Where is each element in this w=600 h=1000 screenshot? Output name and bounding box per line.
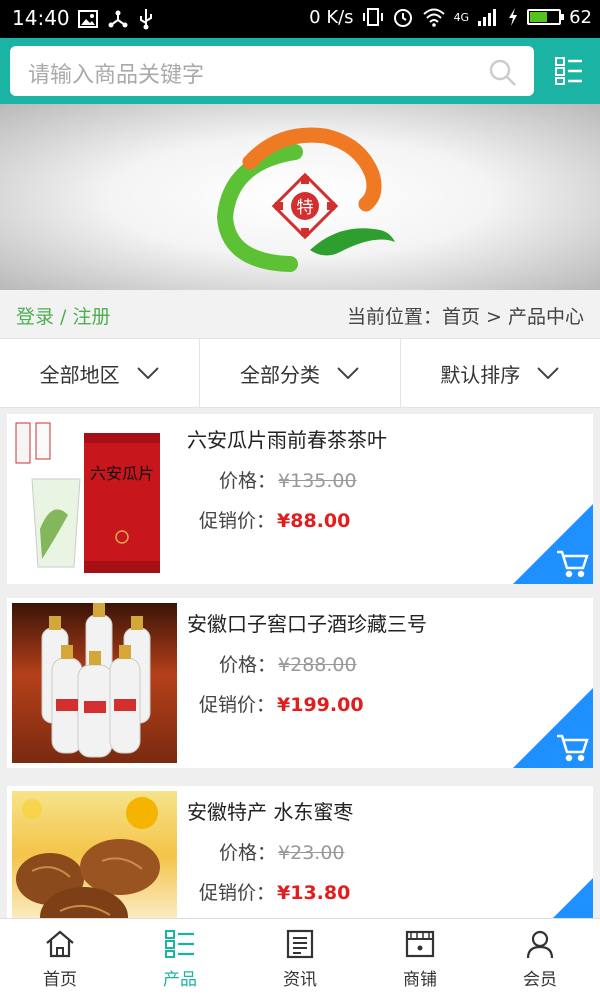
network-type: 4G [453, 10, 470, 24]
add-to-cart-button[interactable] [513, 504, 593, 584]
promo-price: ¥199.00 [277, 694, 364, 716]
status-bar: 14:40 0 K/s 4G 62 [0, 0, 600, 38]
member-icon [526, 930, 554, 959]
search-placeholder: 请输入商品关键字 [28, 63, 205, 88]
product-card[interactable]: 安徽口子窖口子酒珍藏三号 价格： ¥288.00 促销价： ¥199.00 [7, 598, 593, 768]
can-label: 六安瓜片 [90, 464, 154, 483]
alarm-icon [393, 9, 412, 27]
filter-category-label: 全部分类 [239, 362, 320, 387]
nav-products[interactable]: 产品 [120, 919, 240, 1000]
battery-fill [530, 12, 547, 22]
product-image[interactable] [12, 791, 177, 918]
price-row: 价格： ¥23.00 [219, 838, 345, 865]
product-image[interactable] [12, 603, 177, 763]
status-time: 14:40 [12, 6, 70, 30]
product-name[interactable]: 六安瓜片雨前春茶茶叶 [187, 424, 387, 453]
login-register-link[interactable]: 登录 / 注册 [16, 302, 110, 329]
nav-products-label: 产品 [163, 970, 197, 990]
nav-shop-label: 商铺 [403, 970, 437, 990]
chevron-down-icon [337, 367, 359, 380]
filter-sort[interactable]: 默认排序 [401, 339, 600, 407]
promo-price: ¥88.00 [277, 510, 351, 532]
product-card[interactable]: 六安瓜片 六安瓜片雨前春茶茶叶 价格： ¥135.00 促销价： ¥88.00 [7, 414, 593, 584]
nav-home-label: 首页 [43, 970, 77, 990]
original-price: ¥135.00 [278, 470, 357, 492]
wifi-icon [422, 8, 445, 27]
add-to-cart-button[interactable] [553, 878, 593, 918]
nav-member[interactable]: 会员 [480, 919, 600, 1000]
promo-label: 促销价： [199, 510, 276, 532]
promo-label: 促销价： [199, 694, 276, 716]
filter-region-label: 全部地区 [39, 362, 120, 387]
promo-row: 促销价： ¥88.00 [199, 506, 350, 533]
bottom-nav: 首页 产品 资讯 商铺 会员 [0, 918, 600, 1000]
filter-category[interactable]: 全部分类 [200, 339, 401, 407]
breadcrumb-bar: 登录 / 注册 当前位置：首页 > 产品中心 [0, 290, 600, 338]
promo-row: 促销价： ¥13.80 [199, 878, 350, 905]
product-name[interactable]: 安徽特产 水东蜜枣 [187, 796, 353, 825]
price-label: 价格： [219, 470, 277, 492]
home-icon [46, 930, 74, 958]
logo-text: 特 [297, 198, 314, 218]
nav-shop[interactable]: 商铺 [360, 919, 480, 1000]
add-to-cart-button[interactable] [513, 688, 593, 768]
filter-region[interactable]: 全部地区 [0, 339, 201, 407]
signal-icon [478, 9, 497, 26]
promo-row: 促销价： ¥199.00 [199, 690, 364, 717]
product-name[interactable]: 安徽口子窖口子酒珍藏三号 [187, 608, 427, 637]
category-menu-icon[interactable] [554, 56, 584, 86]
shop-icon [405, 930, 435, 958]
battery-indicator [527, 9, 565, 25]
original-price: ¥288.00 [278, 654, 357, 676]
hero-banner[interactable]: 特 [0, 104, 600, 290]
charging-icon [509, 8, 518, 26]
product-list-icon [165, 930, 194, 958]
filter-bar: 全部地区 全部分类 默认排序 [0, 338, 600, 408]
breadcrumb: 当前位置：首页 > 产品中心 [347, 306, 584, 328]
price-label: 价格： [219, 654, 277, 676]
share-icon [108, 10, 128, 28]
usb-icon [140, 9, 152, 30]
network-speed: 0 K/s [309, 6, 354, 28]
search-icon[interactable] [488, 58, 518, 88]
nav-news[interactable]: 资讯 [240, 919, 360, 1000]
search-input[interactable]: 请输入商品关键字 [10, 46, 534, 96]
price-row: 价格： ¥288.00 [219, 650, 357, 677]
news-icon [286, 929, 314, 959]
vibrate-icon [362, 8, 383, 26]
nav-home[interactable]: 首页 [0, 919, 120, 1000]
original-price: ¥23.00 [278, 842, 345, 864]
promo-label: 促销价： [199, 882, 276, 904]
image-icon [78, 10, 98, 28]
nav-member-label: 会员 [523, 970, 557, 990]
nav-news-label: 资讯 [283, 970, 317, 990]
price-label: 价格： [219, 842, 277, 864]
chevron-down-icon [136, 367, 159, 380]
search-header: 请输入商品关键字 [0, 38, 600, 104]
product-card[interactable]: 安徽特产 水东蜜枣 价格： ¥23.00 促销价： ¥13.80 [7, 786, 593, 918]
product-image[interactable]: 六安瓜片 [12, 419, 177, 579]
promo-price: ¥13.80 [277, 882, 351, 904]
battery-level: 62 [569, 6, 592, 28]
brand-logo: 特 [216, 127, 395, 272]
filter-sort-label: 默认排序 [440, 362, 521, 387]
chevron-down-icon [537, 367, 560, 380]
price-row: 价格： ¥135.00 [219, 466, 357, 493]
